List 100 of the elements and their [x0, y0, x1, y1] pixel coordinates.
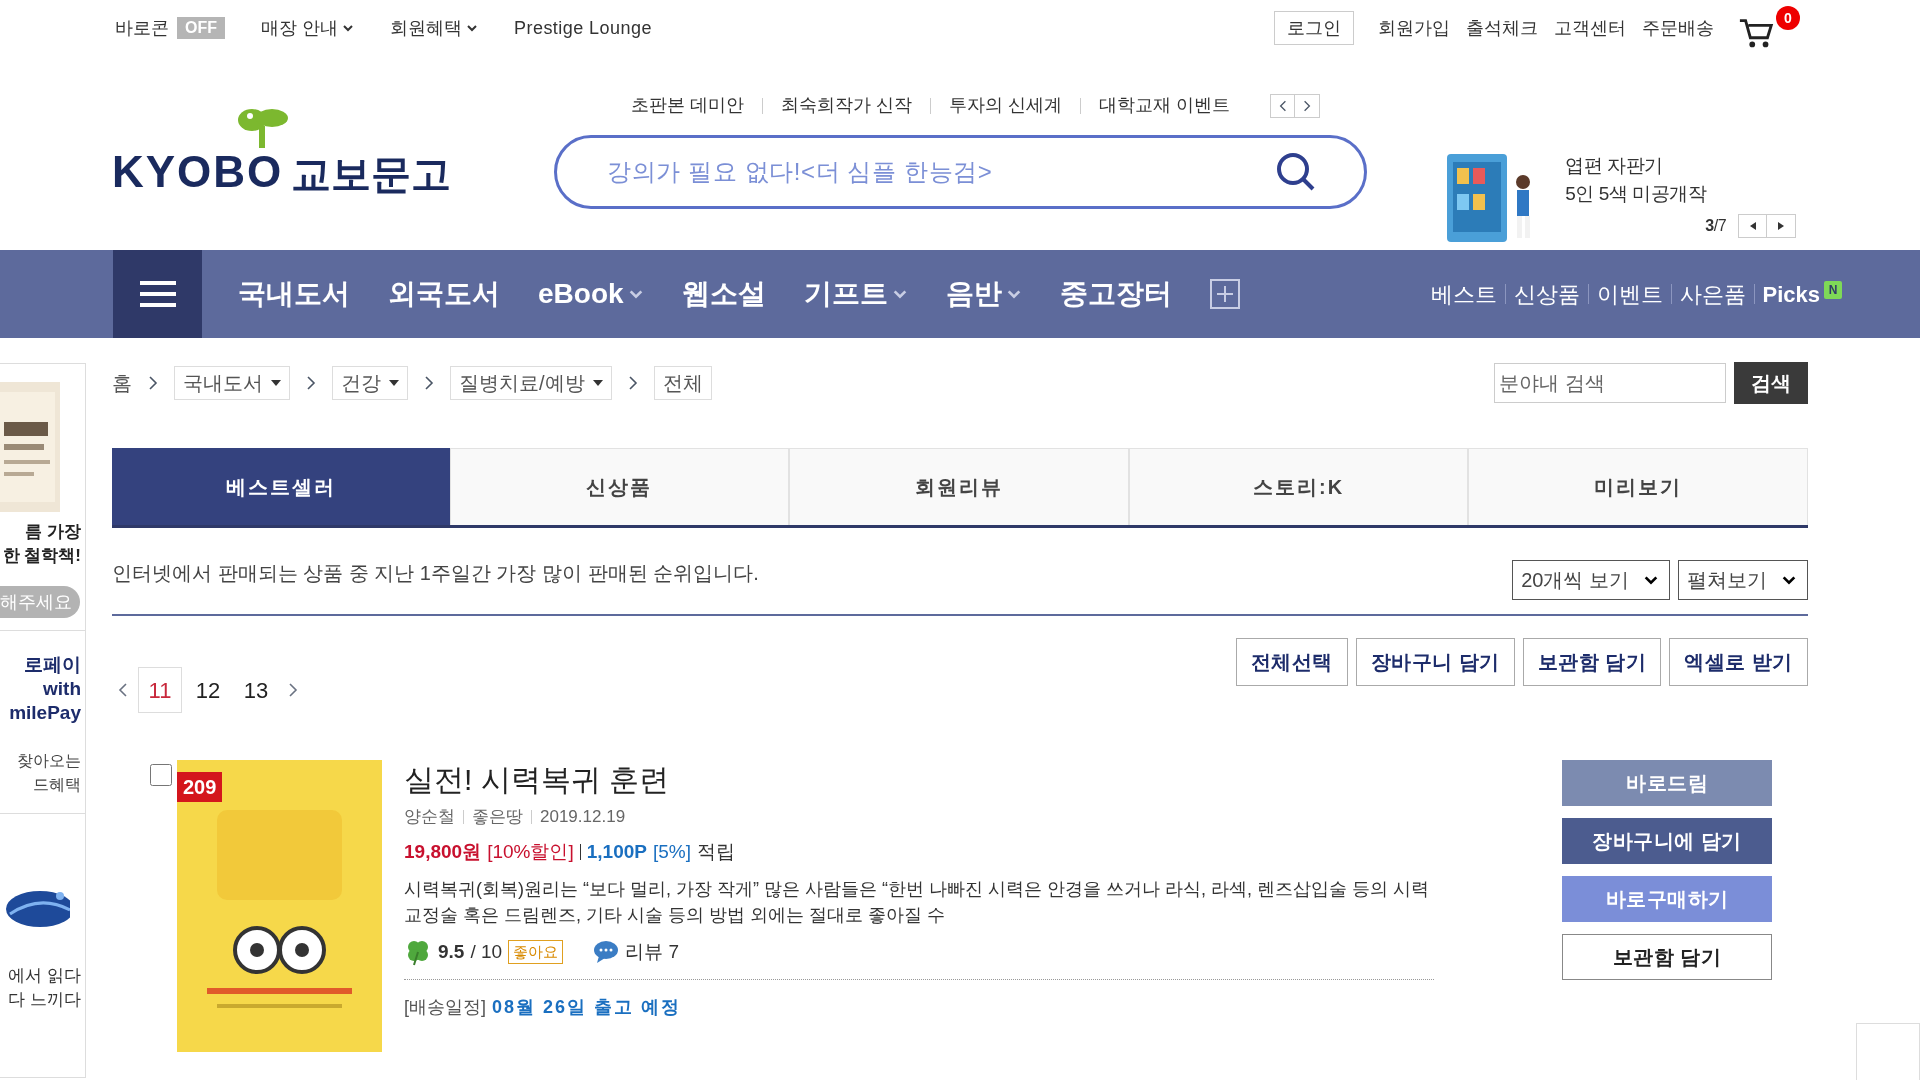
book-summary: 시력복귀(회복)원리는 “보다 멀리, 가장 작게” 많은 사람들은 “한번 나빠진 시력은 안경을 쓰거나 라식, 라섹, 렌즈삽입술 등의 시력교정술 혹은 드림렌즈, 기타 시술 등의 방법 외에는 절대로 좋아질 수	[404, 878, 1430, 927]
nav-link[interactable]: Picks	[1762, 277, 1820, 311]
triangle-left-icon	[1749, 222, 1756, 230]
menu-dropdown[interactable]: 회원혜택	[390, 14, 478, 42]
points-rate: [5%]	[652, 839, 691, 864]
chevron-right-icon	[288, 682, 298, 698]
view-select[interactable]: 20개씩 보기	[1512, 560, 1670, 600]
nav-item[interactable]: 기프트	[803, 273, 908, 315]
list-action-button[interactable]: 전체선택	[1235, 638, 1348, 686]
chevron-right-icon	[424, 375, 434, 391]
top-link[interactable]: 고객센터	[1554, 14, 1626, 42]
tab[interactable]: 스토리:K	[1128, 448, 1469, 525]
prestige-link[interactable]: Prestige Lounge	[514, 14, 652, 42]
chevron-right-icon	[627, 375, 638, 391]
author-link[interactable]: 양순철	[404, 804, 455, 830]
points-suffix: 적립	[697, 839, 735, 864]
promo-counter: 3/7	[1705, 216, 1727, 236]
delivery-date: 08월 26일 출고 예정	[492, 995, 682, 1019]
rating-max: / 10	[470, 940, 503, 964]
breadcrumb-dropdown[interactable]: 전체	[653, 366, 712, 400]
menu-dropdown[interactable]: 매장 안내	[261, 14, 354, 42]
nav-item[interactable]: 중고장터	[1059, 273, 1172, 315]
quick-link[interactable]: 초판본 데미안	[631, 92, 745, 119]
select-checkbox[interactable]	[150, 764, 172, 786]
nav-item[interactable]: 음반	[945, 273, 1022, 315]
price: 19,800원	[404, 839, 482, 864]
promo-text: 엽편 자판기	[1565, 154, 1664, 178]
delivery-label: [배송일정]	[404, 995, 486, 1019]
breadcrumb-dropdown[interactable]: 건강	[332, 366, 408, 400]
points: 1,100P	[586, 839, 647, 864]
logo-wordmark: KYOBO	[112, 150, 284, 194]
sidebar-text: milePay	[9, 701, 81, 725]
quick-link[interactable]: 투자의 신세계	[949, 92, 1063, 119]
quick-link[interactable]: 대학교재 이벤트	[1099, 92, 1231, 119]
breadcrumb-dropdown[interactable]: 질병치료/예방	[450, 366, 612, 400]
breadcrumb-home[interactable]: 홈	[112, 368, 132, 398]
chevron-left-icon	[1278, 99, 1287, 112]
chevron-down-icon	[466, 22, 478, 34]
menu-icon	[139, 279, 176, 309]
page-number[interactable]: 12	[186, 667, 230, 713]
product-action-button[interactable]: 보관함 담기	[1562, 934, 1772, 980]
nav-item[interactable]: 외국도서	[388, 273, 500, 315]
list-action-button[interactable]: 엑셀로 받기	[1669, 638, 1808, 686]
discount: [10%할인]	[487, 839, 574, 864]
list-action-button[interactable]: 보관함 담기	[1522, 638, 1662, 686]
new-badge: N	[1824, 281, 1842, 299]
tab[interactable]: 신상품	[449, 448, 790, 525]
tab[interactable]: 베스트셀러	[112, 448, 450, 525]
cart-count-badge: 0	[1776, 6, 1800, 30]
speech-bubble-icon	[593, 940, 620, 965]
chevron-down-icon	[342, 22, 354, 34]
rating-badge: 좋아요	[508, 940, 564, 965]
sidebar-text: 다 느끼다	[8, 989, 81, 1011]
nav-link[interactable]: 이벤트	[1596, 277, 1663, 311]
rating-score: 9.5	[438, 940, 465, 964]
sidebar-text: with	[43, 677, 81, 701]
sidebar-text: 름 가장	[25, 521, 81, 543]
nav-item[interactable]: eBook	[538, 273, 644, 315]
promo-text: 5인 5색 미공개작	[1565, 182, 1708, 206]
book-title[interactable]: 실전! 시력복귀 훈련	[404, 760, 1434, 800]
chevron-right-icon	[306, 375, 316, 391]
menu-button[interactable]	[113, 250, 202, 338]
list-action-button[interactable]: 장바구니 담기	[1355, 638, 1515, 686]
plus-square-icon[interactable]	[1209, 279, 1240, 309]
login-button[interactable]: 로그인	[1274, 11, 1354, 45]
search-button[interactable]: 검색	[1734, 362, 1808, 404]
logo-korean: 교보문고	[291, 154, 452, 194]
top-link[interactable]: 회원가입	[1378, 14, 1450, 42]
publish-date: 2019.12.19	[540, 806, 626, 828]
tab[interactable]: 미리보기	[1468, 448, 1808, 525]
nav-link[interactable]: 신상품	[1513, 277, 1580, 311]
page-number[interactable]: 13	[234, 667, 278, 713]
top-link[interactable]: 주문배송	[1642, 14, 1714, 42]
chevron-left-icon	[118, 682, 128, 698]
chevron-right-icon	[1303, 99, 1312, 112]
baro-con-label: 바로콘	[115, 16, 169, 40]
category-search-field[interactable]: 분야내 검색	[1494, 363, 1726, 403]
nav-item[interactable]: 웹소설	[681, 273, 766, 315]
sidebar-text: 드혜택	[33, 775, 81, 795]
tab[interactable]: 회원리뷰	[789, 448, 1129, 525]
review-link[interactable]: 리뷰 7	[625, 938, 679, 967]
breadcrumb-dropdown[interactable]: 국내도서	[174, 366, 290, 400]
nav-item[interactable]: 국내도서	[238, 273, 350, 315]
sidebar-text: 한 철학책!	[2, 545, 81, 567]
quick-link[interactable]: 최숙희작가 신작	[781, 92, 913, 119]
rank-badge: 209	[177, 772, 223, 802]
chevron-right-icon	[148, 375, 158, 391]
publisher-link[interactable]: 좋은땅	[472, 804, 523, 830]
sidebar-text: 찾아오는	[17, 751, 81, 771]
search-field[interactable]: 강의가 필요 없다!<더 심플 한능검>	[554, 135, 1368, 209]
triangle-right-icon	[1778, 222, 1785, 230]
nav-link[interactable]: 사은품	[1679, 277, 1746, 311]
nav-link[interactable]: 베스트	[1430, 277, 1497, 311]
view-select[interactable]: 펼쳐보기	[1678, 560, 1808, 600]
page-number[interactable]: 11	[138, 667, 182, 713]
product-action-button[interactable]: 장바구니에 담기	[1562, 818, 1772, 864]
ranking-description: 인터넷에서 판매되는 상품 중 지난 1주일간 가장 많이 판매된 순위입니다.	[112, 561, 759, 586]
cart-icon[interactable]	[1738, 16, 1776, 50]
top-link[interactable]: 출석체크	[1466, 14, 1538, 42]
sidebar-text: 에서 읽다	[8, 965, 81, 987]
